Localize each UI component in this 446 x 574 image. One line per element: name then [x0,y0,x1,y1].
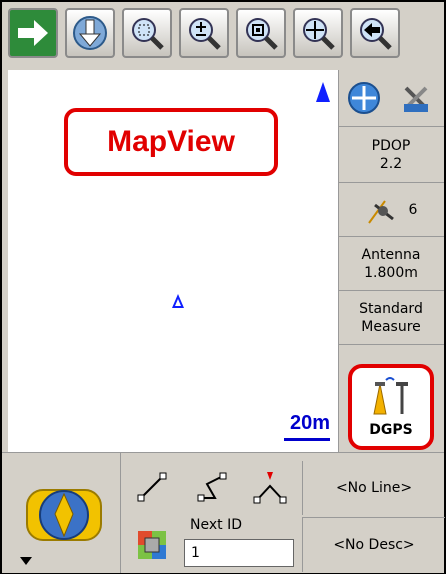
scale-bar [284,438,330,441]
forward-arrow-icon [18,20,48,46]
back-button[interactable] [350,8,400,58]
next-id-input[interactable]: 1 [184,539,294,567]
zoom-extent-icon [246,18,278,50]
pdop-display: PDOP 2.2 [338,127,444,183]
bottom-bar: Next ID 1 <No Line> <No Desc> [2,452,445,573]
compass-icon [348,82,380,114]
line-icon [137,472,167,502]
layer-button[interactable] [124,517,180,573]
polyline-tool-button[interactable] [184,459,240,515]
separator [120,453,121,573]
right-panel: PDOP 2.2 6 Antenna 1.800m Standard Measu… [338,70,444,452]
insert-vertex-icon [253,472,287,504]
gps-receiver-icon [373,377,408,415]
download-arrow-icon [73,16,107,50]
compass-button[interactable] [338,70,390,126]
mapview-label: MapView [64,108,278,176]
forward-button[interactable] [8,8,58,58]
pan-icon [303,18,335,50]
right-panel-top-row [338,70,444,127]
settings-button[interactable] [390,70,442,126]
description-selector[interactable]: <No Desc> [302,517,445,572]
zoom-in-out-button[interactable] [179,8,229,58]
mode-line2: Measure [361,318,421,335]
satellite-count[interactable]: 6 [338,183,444,237]
dropdown-arrow-icon[interactable] [20,557,32,565]
north-marker-icon [316,82,330,102]
next-id-label: Next ID [190,517,242,533]
mode-line1: Standard [359,300,423,317]
zoom-in-out-icon [189,18,221,50]
zoom-window-icon [132,18,164,50]
top-toolbar [2,2,444,70]
back-arrow-icon [360,18,392,50]
pdop-label: PDOP [371,137,411,154]
position-marker-icon [172,294,184,308]
antenna-label: Antenna [361,246,421,263]
zoom-extent-button[interactable] [236,8,286,58]
plumb-bob-icon [26,489,102,541]
zoom-window-button[interactable] [122,8,172,58]
polyline-icon [197,472,227,502]
pan-button[interactable] [293,8,343,58]
satellite-count-value: 6 [408,201,418,218]
map-view[interactable]: MapView 20m [8,70,339,452]
insert-point-button[interactable] [242,459,298,515]
dgps-label: DGPS [369,422,413,438]
line-selector[interactable]: <No Line> [302,461,445,515]
satellite-icon [367,199,394,224]
measure-mode[interactable]: Standard Measure [338,291,444,345]
line-tool-button[interactable] [124,459,180,515]
measure-point-button[interactable] [8,459,121,567]
layers-icon [138,531,166,559]
download-button[interactable] [65,8,115,58]
antenna-value: 1.800m [364,264,418,281]
pdop-value: 2.2 [379,155,403,172]
scale-label: 20m [289,412,330,434]
antenna-height[interactable]: Antenna 1.800m [338,237,444,291]
dgps-button[interactable]: DGPS [348,364,434,450]
tools-icon [404,86,428,112]
app-window: MapView 20m PDOP 2.2 6 Antenna 1.800m St… [0,0,446,574]
